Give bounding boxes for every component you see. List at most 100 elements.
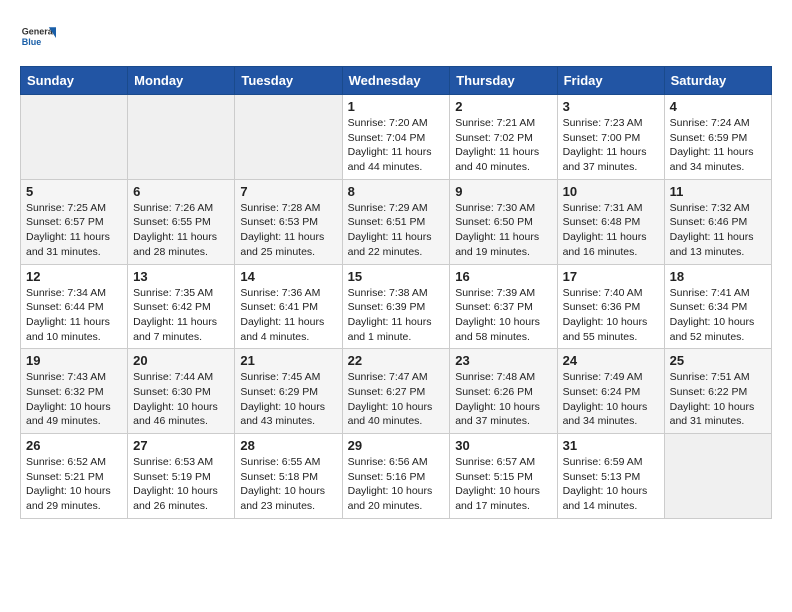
day-number: 1 (348, 99, 445, 114)
calendar-cell: 23 Sunrise: 7:48 AM Sunset: 6:26 PM Dayli… (450, 349, 557, 434)
calendar-cell: 26 Sunrise: 6:52 AM Sunset: 5:21 PM Dayli… (21, 434, 128, 519)
day-info: Sunrise: 7:49 AM Sunset: 6:24 PM Dayligh… (563, 370, 659, 429)
day-info: Sunrise: 7:28 AM Sunset: 6:53 PM Dayligh… (240, 201, 336, 260)
day-info: Sunrise: 7:47 AM Sunset: 6:27 PM Dayligh… (348, 370, 445, 429)
day-info: Sunrise: 7:40 AM Sunset: 6:36 PM Dayligh… (563, 286, 659, 345)
calendar-cell: 20 Sunrise: 7:44 AM Sunset: 6:30 PM Dayli… (128, 349, 235, 434)
calendar-cell (664, 434, 771, 519)
calendar-cell: 8 Sunrise: 7:29 AM Sunset: 6:51 PM Daylig… (342, 179, 450, 264)
calendar-cell: 11 Sunrise: 7:32 AM Sunset: 6:46 PM Dayli… (664, 179, 771, 264)
day-info: Sunrise: 7:34 AM Sunset: 6:44 PM Dayligh… (26, 286, 122, 345)
day-number: 22 (348, 353, 445, 368)
day-number: 5 (26, 184, 122, 199)
day-number: 4 (670, 99, 766, 114)
day-number: 9 (455, 184, 551, 199)
day-info: Sunrise: 7:30 AM Sunset: 6:50 PM Dayligh… (455, 201, 551, 260)
day-number: 24 (563, 353, 659, 368)
day-info: Sunrise: 6:55 AM Sunset: 5:18 PM Dayligh… (240, 455, 336, 514)
day-number: 6 (133, 184, 229, 199)
weekday-header-friday: Friday (557, 67, 664, 95)
day-number: 31 (563, 438, 659, 453)
day-number: 23 (455, 353, 551, 368)
calendar-cell (21, 95, 128, 180)
calendar-cell: 1 Sunrise: 7:20 AM Sunset: 7:04 PM Daylig… (342, 95, 450, 180)
day-number: 13 (133, 269, 229, 284)
day-info: Sunrise: 7:26 AM Sunset: 6:55 PM Dayligh… (133, 201, 229, 260)
weekday-header-tuesday: Tuesday (235, 67, 342, 95)
calendar-cell: 2 Sunrise: 7:21 AM Sunset: 7:02 PM Daylig… (450, 95, 557, 180)
calendar-cell: 29Sunrise: 6:56 AM Sunset: 5:16 PM Dayli… (342, 434, 450, 519)
day-info: Sunrise: 6:53 AM Sunset: 5:19 PM Dayligh… (133, 455, 229, 514)
day-info: Sunrise: 7:32 AM Sunset: 6:46 PM Dayligh… (670, 201, 766, 260)
calendar-cell (235, 95, 342, 180)
calendar-week-0: 1 Sunrise: 7:20 AM Sunset: 7:04 PM Daylig… (21, 95, 772, 180)
day-number: 27 (133, 438, 229, 453)
day-info: Sunrise: 7:24 AM Sunset: 6:59 PM Dayligh… (670, 116, 766, 175)
day-info: Sunrise: 7:21 AM Sunset: 7:02 PM Dayligh… (455, 116, 551, 175)
day-number: 14 (240, 269, 336, 284)
day-info: Sunrise: 7:45 AM Sunset: 6:29 PM Dayligh… (240, 370, 336, 429)
calendar-cell: 4 Sunrise: 7:24 AM Sunset: 6:59 PM Daylig… (664, 95, 771, 180)
calendar-cell: 6 Sunrise: 7:26 AM Sunset: 6:55 PM Daylig… (128, 179, 235, 264)
calendar-cell: 9 Sunrise: 7:30 AM Sunset: 6:50 PM Daylig… (450, 179, 557, 264)
logo-icon: General Blue (20, 20, 56, 56)
day-number: 19 (26, 353, 122, 368)
weekday-header-thursday: Thursday (450, 67, 557, 95)
day-info: Sunrise: 6:56 AM Sunset: 5:16 PM Dayligh… (348, 455, 445, 514)
day-info: Sunrise: 6:52 AM Sunset: 5:21 PM Dayligh… (26, 455, 122, 514)
calendar-cell: 14 Sunrise: 7:36 AM Sunset: 6:41 PM Dayli… (235, 264, 342, 349)
day-info: Sunrise: 7:29 AM Sunset: 6:51 PM Dayligh… (348, 201, 445, 260)
day-number: 12 (26, 269, 122, 284)
day-number: 21 (240, 353, 336, 368)
calendar-cell: 31Sunrise: 6:59 AM Sunset: 5:13 PM Dayli… (557, 434, 664, 519)
day-info: Sunrise: 7:36 AM Sunset: 6:41 PM Dayligh… (240, 286, 336, 345)
day-info: Sunrise: 7:23 AM Sunset: 7:00 PM Dayligh… (563, 116, 659, 175)
calendar-cell: 17 Sunrise: 7:40 AM Sunset: 6:36 PM Dayli… (557, 264, 664, 349)
calendar-cell: 12 Sunrise: 7:34 AM Sunset: 6:44 PM Dayli… (21, 264, 128, 349)
weekday-header-monday: Monday (128, 67, 235, 95)
calendar-cell: 30Sunrise: 6:57 AM Sunset: 5:15 PM Dayli… (450, 434, 557, 519)
day-info: Sunrise: 7:35 AM Sunset: 6:42 PM Dayligh… (133, 286, 229, 345)
calendar-cell: 21 Sunrise: 7:45 AM Sunset: 6:29 PM Dayli… (235, 349, 342, 434)
day-number: 20 (133, 353, 229, 368)
day-info: Sunrise: 7:38 AM Sunset: 6:39 PM Dayligh… (348, 286, 445, 345)
day-info: Sunrise: 7:20 AM Sunset: 7:04 PM Dayligh… (348, 116, 445, 175)
day-number: 2 (455, 99, 551, 114)
calendar-week-3: 19 Sunrise: 7:43 AM Sunset: 6:32 PM Dayli… (21, 349, 772, 434)
day-number: 15 (348, 269, 445, 284)
day-number: 18 (670, 269, 766, 284)
weekday-header-row: SundayMondayTuesdayWednesdayThursdayFrid… (21, 67, 772, 95)
calendar-cell: 3Sunrise: 7:23 AM Sunset: 7:00 PM Daylig… (557, 95, 664, 180)
day-number: 10 (563, 184, 659, 199)
calendar-cell: 7 Sunrise: 7:28 AM Sunset: 6:53 PM Daylig… (235, 179, 342, 264)
day-number: 28 (240, 438, 336, 453)
calendar-cell: 22 Sunrise: 7:47 AM Sunset: 6:27 PM Dayli… (342, 349, 450, 434)
day-info: Sunrise: 7:48 AM Sunset: 6:26 PM Dayligh… (455, 370, 551, 429)
day-number: 7 (240, 184, 336, 199)
logo: General Blue (20, 20, 56, 56)
day-number: 11 (670, 184, 766, 199)
day-number: 26 (26, 438, 122, 453)
calendar-week-4: 26 Sunrise: 6:52 AM Sunset: 5:21 PM Dayli… (21, 434, 772, 519)
day-number: 17 (563, 269, 659, 284)
calendar-cell: 19 Sunrise: 7:43 AM Sunset: 6:32 PM Dayli… (21, 349, 128, 434)
day-info: Sunrise: 7:43 AM Sunset: 6:32 PM Dayligh… (26, 370, 122, 429)
calendar-cell: 13 Sunrise: 7:35 AM Sunset: 6:42 PM Dayli… (128, 264, 235, 349)
calendar-cell: 18 Sunrise: 7:41 AM Sunset: 6:34 PM Dayli… (664, 264, 771, 349)
day-info: Sunrise: 7:44 AM Sunset: 6:30 PM Dayligh… (133, 370, 229, 429)
day-info: Sunrise: 7:25 AM Sunset: 6:57 PM Dayligh… (26, 201, 122, 260)
calendar-cell: 24 Sunrise: 7:49 AM Sunset: 6:24 PM Dayli… (557, 349, 664, 434)
day-info: Sunrise: 7:31 AM Sunset: 6:48 PM Dayligh… (563, 201, 659, 260)
calendar-cell: 16Sunrise: 7:39 AM Sunset: 6:37 PM Dayli… (450, 264, 557, 349)
weekday-header-wednesday: Wednesday (342, 67, 450, 95)
calendar-cell (128, 95, 235, 180)
day-number: 16 (455, 269, 551, 284)
day-number: 30 (455, 438, 551, 453)
day-number: 25 (670, 353, 766, 368)
weekday-header-saturday: Saturday (664, 67, 771, 95)
weekday-header-sunday: Sunday (21, 67, 128, 95)
calendar-table: SundayMondayTuesdayWednesdayThursdayFrid… (20, 66, 772, 519)
calendar-week-2: 12 Sunrise: 7:34 AM Sunset: 6:44 PM Dayli… (21, 264, 772, 349)
day-number: 8 (348, 184, 445, 199)
day-info: Sunrise: 7:41 AM Sunset: 6:34 PM Dayligh… (670, 286, 766, 345)
